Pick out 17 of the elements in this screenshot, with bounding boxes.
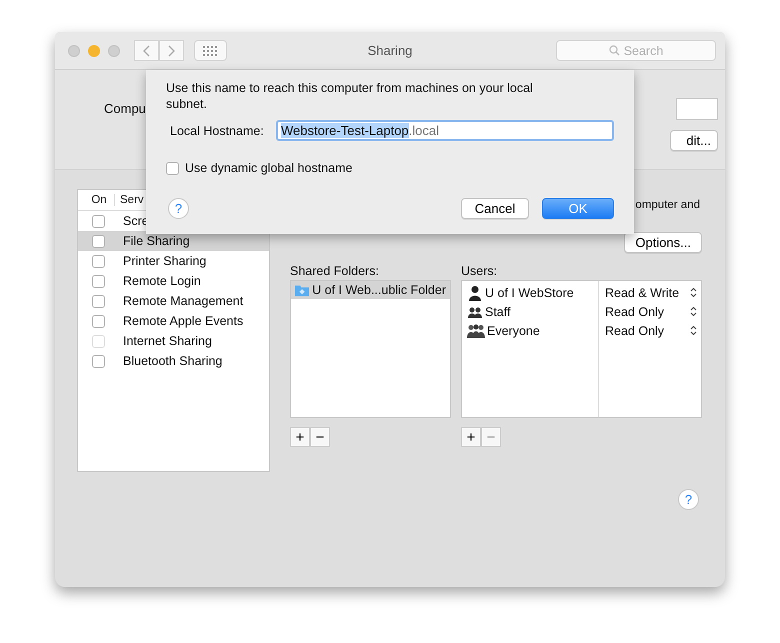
- shared-folders-label: Shared Folders:: [290, 264, 380, 278]
- user-name: Everyone: [487, 324, 540, 338]
- service-name: Remote Management: [123, 294, 244, 308]
- hostname-label: Local Hostname:: [170, 124, 265, 138]
- service-name: Printer Sharing: [123, 254, 206, 268]
- service-name: File Sharing: [123, 234, 190, 248]
- user-name: U of I WebStore: [485, 286, 574, 300]
- users-label: Users:: [461, 264, 498, 278]
- computer-name-label: Compu: [104, 101, 146, 118]
- service-name: Bluetooth Sharing: [123, 354, 222, 368]
- user-name: Staff: [485, 304, 510, 318]
- window-title: Sharing: [366, 43, 414, 58]
- sheet-message: Use this name to reach this computer from machines on your local subnet.: [166, 80, 534, 112]
- status-text: omputer and: [635, 199, 700, 211]
- service-name: Internet Sharing: [123, 334, 212, 348]
- service-name: Remote Login: [123, 274, 201, 288]
- service-name: Remote Apple Events: [123, 314, 244, 328]
